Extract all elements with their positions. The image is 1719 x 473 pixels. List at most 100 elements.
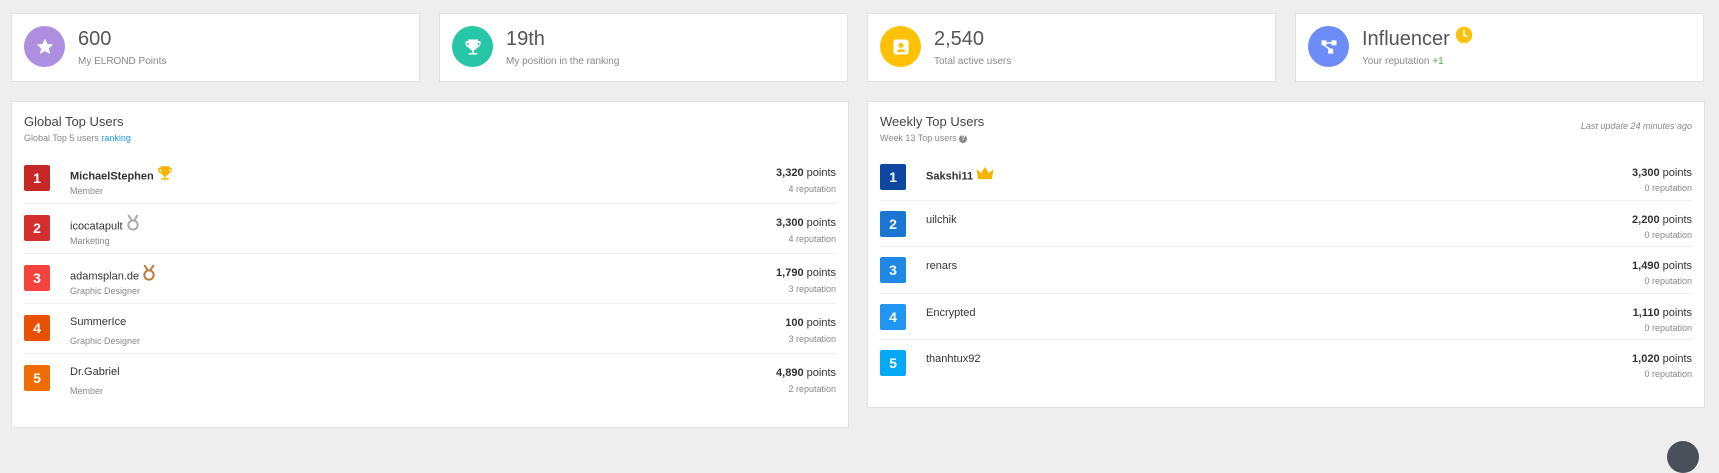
- points-unit: points: [806, 267, 836, 279]
- star-icon: [36, 38, 53, 54]
- rank-number: 4: [33, 320, 41, 336]
- user-name[interactable]: Sakshi11: [926, 166, 995, 186]
- user-role: Graphic Designer: [70, 336, 141, 346]
- user-row[interactable]: 2 uilchik 2,200 points 0 reputation: [880, 201, 1692, 247]
- rank-number: 3: [33, 270, 41, 286]
- user-name-text[interactable]: Encrypted: [926, 307, 976, 319]
- points-value: 2,200: [1632, 213, 1660, 226]
- user-role: Member: [70, 386, 104, 396]
- stat-value-text: Influencer: [1362, 28, 1450, 50]
- panel-title: Global Top Users: [24, 114, 124, 129]
- weekly-top-users-panel: Weekly Top Users Week 13 Top users ? Las…: [867, 101, 1705, 408]
- user-row[interactable]: 3 adamsplan.de Graphic Designer 1,790 point…: [24, 254, 836, 304]
- user-row[interactable]: 4 SummerIce Graphic Designer 100 points 3 re…: [24, 304, 836, 354]
- panel-subtitle: Global Top 5 users ranking: [24, 133, 131, 143]
- points-unit: points: [1662, 353, 1692, 365]
- user-name[interactable]: SummerIce: [70, 316, 126, 328]
- rank-number: 5: [33, 370, 41, 386]
- points-value: 1,490: [1632, 260, 1660, 272]
- help-icon[interactable]: ?: [959, 134, 968, 143]
- user-name[interactable]: adamsplan.de: [70, 264, 157, 287]
- user-row[interactable]: 3 renars 1,490 points 0 reputation: [880, 247, 1692, 294]
- user-row[interactable]: 2 icocatapult Marketing 3,300 points 4 reput…: [24, 204, 836, 254]
- stat-icon-circle: [24, 26, 65, 67]
- user-reputation: 3 reputation: [788, 284, 836, 294]
- points-unit: points: [1662, 213, 1692, 226]
- rank-badge: 5: [24, 365, 50, 391]
- user-points: 1,110 points: [1633, 307, 1692, 319]
- user-role: Graphic Designer: [70, 286, 141, 296]
- stat-label: My ELROND Points: [78, 56, 167, 67]
- user-name[interactable]: MichaelStephen: [70, 166, 174, 187]
- user-name-text[interactable]: Dr.Gabriel: [70, 366, 120, 378]
- user-name[interactable]: thanhtux92: [926, 353, 980, 365]
- stat-card-points: 600 My ELROND Points: [11, 13, 420, 82]
- stat-icon-circle: [880, 26, 921, 67]
- rank-badge: 3: [24, 265, 50, 291]
- points-unit: points: [1662, 306, 1692, 319]
- user-name-text[interactable]: renars: [926, 260, 957, 272]
- panel-subtitle-text: Week 13 Top users: [880, 133, 957, 143]
- last-update-note: Last update 24 minutes ago: [1580, 121, 1692, 131]
- global-users-list: 1 MichaelStephen Member 3,320 points 4 reput…: [24, 154, 836, 403]
- stat-label: My position in the ranking: [506, 56, 620, 67]
- user-icon: [893, 39, 908, 54]
- points-value: 3,300: [1632, 167, 1660, 179]
- user-points: 1,790 points: [776, 267, 836, 279]
- user-points: 1,020 points: [1632, 353, 1692, 365]
- user-name-text[interactable]: MichaelStephen: [70, 170, 154, 182]
- user-name[interactable]: Dr.Gabriel: [70, 366, 120, 378]
- stat-value: Influencer: [1362, 26, 1473, 52]
- user-points: 3,320 points: [776, 167, 836, 179]
- stat-card-reputation: Influencer Your reputation +1: [1295, 13, 1704, 82]
- user-name[interactable]: icocatapult: [70, 214, 141, 237]
- user-points: 100 points: [785, 317, 836, 329]
- user-reputation: 4 reputation: [788, 234, 836, 244]
- points-value: 3,300: [776, 217, 804, 229]
- stat-label: Your reputation +1: [1362, 56, 1444, 67]
- chat-avatar-button[interactable]: [1667, 441, 1699, 473]
- stat-icon-circle: [1308, 26, 1349, 67]
- points-unit: points: [806, 367, 836, 379]
- rank-number: 2: [33, 220, 41, 236]
- user-row[interactable]: 5 Dr.Gabriel Member 4,890 points 2 reputatio…: [24, 354, 836, 403]
- panel-subtitle-text: Global Top 5 users: [24, 133, 99, 143]
- points-unit: points: [806, 167, 836, 179]
- user-name[interactable]: uilchik: [926, 214, 957, 226]
- user-points: 3,300 points: [776, 217, 836, 229]
- user-reputation: 0 reputation: [1644, 183, 1692, 193]
- rank-number: 4: [889, 308, 897, 325]
- stat-label-text: Your reputation: [1362, 56, 1430, 67]
- hierarchy-icon: [1321, 39, 1336, 54]
- user-reputation: 2 reputation: [788, 384, 836, 394]
- rank-badge: 1: [880, 164, 906, 190]
- clock-icon: [1455, 26, 1473, 50]
- user-name-text[interactable]: SummerIce: [70, 316, 126, 328]
- points-unit: points: [1662, 167, 1692, 179]
- rank-number: 5: [889, 355, 897, 371]
- user-points: 1,490 points: [1632, 260, 1692, 272]
- rank-badge: 1: [24, 165, 50, 191]
- user-name-text[interactable]: uilchik: [926, 214, 957, 226]
- user-name[interactable]: renars: [926, 260, 957, 272]
- user-role: Member: [70, 186, 104, 196]
- user-row[interactable]: 4 Encrypted 1,110 points 0 reputation: [880, 294, 1692, 340]
- points-value: 4,890: [776, 367, 804, 379]
- user-name-text[interactable]: thanhtux92: [926, 353, 980, 365]
- points-value: 1,110: [1632, 306, 1660, 319]
- user-name-text[interactable]: icocatapult: [70, 220, 123, 232]
- user-row[interactable]: 1 MichaelStephen Member 3,320 points 4 reput…: [24, 154, 836, 204]
- medal-silver-icon: [125, 214, 141, 235]
- user-name-text[interactable]: adamsplan.de: [70, 270, 139, 282]
- user-points: 2,200 points: [1632, 214, 1692, 226]
- user-name[interactable]: Encrypted: [926, 307, 976, 319]
- user-row[interactable]: 1 Sakshi11 3,300 points 0 reputation: [880, 154, 1692, 201]
- user-name-text[interactable]: Sakshi11: [926, 170, 973, 182]
- user-points: 4,890 points: [776, 367, 836, 379]
- user-reputation: 0 reputation: [1644, 369, 1692, 379]
- stat-card-active-users: 2,540 Total active users: [867, 13, 1276, 82]
- ranking-link[interactable]: ranking: [101, 133, 131, 143]
- rank-badge: 4: [24, 315, 50, 341]
- user-row[interactable]: 5 thanhtux92 1,020 points 0 reputation: [880, 340, 1692, 386]
- rank-number: 2: [889, 215, 897, 232]
